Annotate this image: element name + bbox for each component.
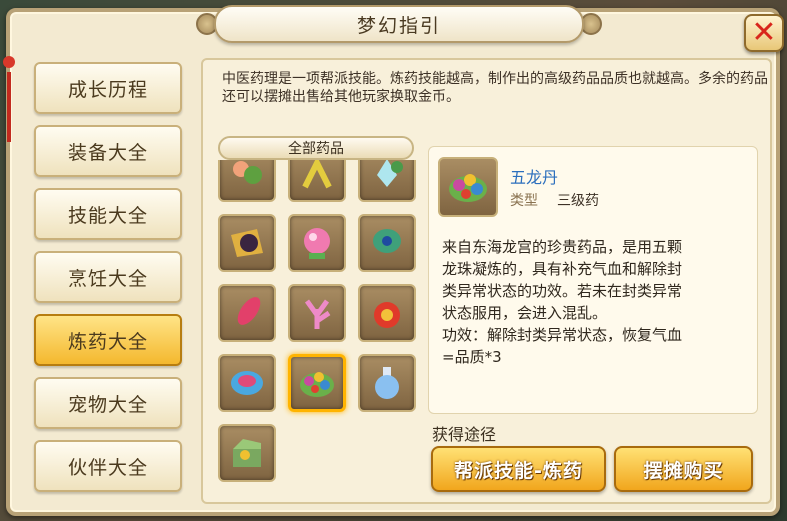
menu-item-label: 炼药大全 — [67, 330, 148, 353]
five-dragon-pill-icon — [449, 174, 487, 202]
menu-item-label: 宠物大全 — [67, 393, 148, 416]
leaf-ball-icon — [231, 229, 263, 257]
antler-herb-icon — [302, 160, 332, 189]
close-icon: ✕ — [751, 15, 777, 50]
description-line: 功效：解除封类异常状态，恢复气血 — [442, 326, 683, 344]
description-line: 龙珠凝炼的，具有补充气血和解除封 — [442, 260, 683, 278]
menu-item-label: 烹饪大全 — [67, 267, 148, 290]
item-type-label: 类型 — [510, 193, 538, 209]
window-title-plate: 梦幻指引 — [214, 5, 584, 43]
menu-item-label: 伙伴大全 — [67, 456, 148, 479]
intro-text: 中医药理是一项帮派技能。炼药技能越高，制作出的高级药品品质也就越高。多余的药品还… — [222, 71, 768, 105]
tab-all-medicines[interactable]: 全部药品 — [218, 136, 414, 160]
close-button[interactable]: ✕ — [744, 14, 784, 52]
medicine-slot-antler-herb[interactable] — [288, 160, 346, 202]
medicine-slot-potion-bottle[interactable] — [358, 354, 416, 412]
item-description: 来自东海龙宫的珍贵药品，是用五颗 龙珠凝炼的，具有补充气血和解除封 类异常状态的… — [442, 236, 758, 368]
crystal-herb-icon — [377, 160, 403, 187]
menu-item-growth[interactable]: 成长历程 — [34, 62, 182, 114]
peacock-feather-icon — [373, 229, 401, 253]
red-feather-icon — [237, 297, 261, 325]
button-label: 摆摊购买 — [643, 459, 724, 482]
description-line: 类异常状态的功效。若未在封类异常 — [442, 282, 683, 300]
coral-icon — [304, 299, 331, 329]
medicine-slot-blue-bowl[interactable] — [218, 354, 276, 412]
medicine-slot-crystal-herb[interactable] — [358, 160, 416, 202]
medicine-slot-red-feather[interactable] — [218, 284, 276, 342]
menu-item-skills[interactable]: 技能大全 — [34, 188, 182, 240]
jade-box-icon — [233, 439, 261, 467]
pink-orb-icon — [304, 228, 330, 259]
medicine-slot-peacock-feather[interactable] — [358, 214, 416, 272]
window-title: 梦幻指引 — [356, 14, 441, 37]
menu-item-label: 成长历程 — [67, 78, 148, 101]
medicine-slot-jade-box[interactable] — [218, 424, 276, 482]
stall-purchase-button[interactable]: 摆摊购买 — [614, 446, 753, 492]
obtain-method-heading: 获得途径 — [432, 425, 497, 444]
description-line: 来自东海龙宫的珍贵药品，是用五颗 — [442, 238, 683, 256]
potion-bottle-icon — [375, 367, 399, 399]
tab-label: 全部药品 — [288, 141, 344, 157]
guild-skill-alchemy-button[interactable]: 帮派技能-炼药 — [431, 446, 606, 492]
five-dragon-pill-icon — [300, 372, 334, 397]
medicine-slot-coral[interactable] — [288, 284, 346, 342]
medicine-slot-pink-orb[interactable] — [288, 214, 346, 272]
medicine-slot-flower-herb[interactable] — [218, 160, 276, 202]
red-pouch-icon — [374, 302, 400, 328]
menu-item-partners[interactable]: 伙伴大全 — [34, 440, 182, 492]
category-menu: 成长历程 装备大全 技能大全 烹饪大全 炼药大全 宠物大全 伙伴大全 — [34, 62, 184, 503]
detail-item-slot — [438, 157, 498, 217]
medicine-grid[interactable] — [214, 160, 424, 504]
medicine-slot-red-pouch[interactable] — [358, 284, 416, 342]
button-label: 帮派技能-炼药 — [454, 459, 583, 482]
medicine-slot-leaf-ball[interactable] — [218, 214, 276, 272]
menu-item-label: 装备大全 — [67, 141, 148, 164]
blue-bowl-icon — [231, 371, 263, 395]
item-name: 五龙丹 — [510, 168, 559, 187]
flower-herb-icon — [233, 161, 262, 184]
menu-item-alchemy[interactable]: 炼药大全 — [34, 314, 182, 366]
tassel-ornament — [0, 56, 18, 166]
item-type-value: 三级药 — [557, 193, 599, 209]
menu-item-label: 技能大全 — [67, 204, 148, 227]
menu-item-cooking[interactable]: 烹饪大全 — [34, 251, 182, 303]
description-line: 状态服用，会进入混乱。 — [442, 304, 608, 322]
menu-item-equipment[interactable]: 装备大全 — [34, 125, 182, 177]
menu-item-pets[interactable]: 宠物大全 — [34, 377, 182, 429]
description-line: =品质*3 — [442, 348, 502, 366]
medicine-slot-five-dragon-pill[interactable] — [288, 354, 346, 412]
